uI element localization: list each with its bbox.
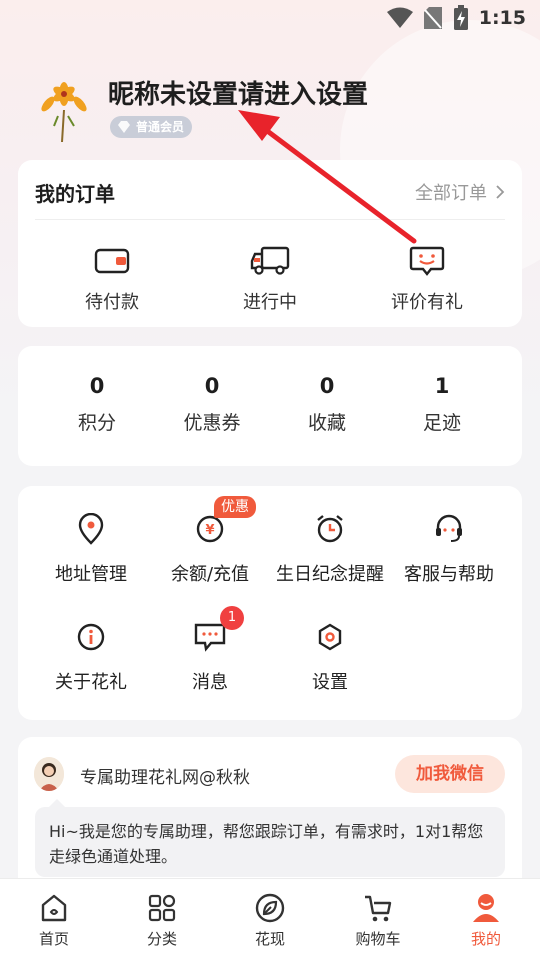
service-customer-support[interactable]: 客服与帮助: [385, 512, 513, 586]
service-about[interactable]: 关于花礼: [27, 620, 155, 694]
service-birthday-reminder[interactable]: 生日纪念提醒: [266, 512, 394, 586]
service-label: 地址管理: [55, 564, 127, 585]
avatar[interactable]: [34, 72, 94, 144]
order-item-label: 评价有礼: [391, 292, 463, 313]
service-address[interactable]: 地址管理: [27, 512, 155, 586]
order-review[interactable]: 评价有礼: [367, 244, 487, 314]
orders-header: 我的订单 全部订单: [35, 160, 505, 220]
tab-profile[interactable]: 我的: [432, 891, 540, 949]
tab-label: 首页: [38, 930, 69, 948]
bottom-tab-bar: 首页 分类 花现 购物车 我的: [0, 878, 540, 960]
stat-label: 收藏: [307, 412, 346, 434]
tab-label: 购物车: [355, 930, 401, 948]
tab-label: 花现: [254, 930, 285, 948]
stat-value: 0: [204, 374, 220, 398]
service-label: 余额/充值: [170, 564, 250, 585]
service-label: 关于花礼: [55, 672, 127, 693]
assistant-message: Hi~我是您的专属助理，帮您跟踪订单，有需求时，1对1帮您走绿色通道处理。: [35, 799, 505, 877]
stat-coupons[interactable]: 0 优惠券: [157, 374, 267, 435]
assistant-avatar: [34, 757, 64, 791]
orders-card: 我的订单 全部订单 待付款 进行中 评价有礼: [18, 160, 522, 327]
no-sim-icon: [423, 7, 442, 29]
profile-header[interactable]: 昵称未设置请进入设置 普通会员: [34, 72, 514, 144]
tab-cart[interactable]: 购物车: [324, 891, 432, 949]
settings-icon: [318, 623, 342, 651]
alarm-clock-icon: [317, 515, 343, 543]
all-orders-link[interactable]: 全部订单: [415, 179, 505, 205]
stat-favorites[interactable]: 0 收藏: [272, 374, 382, 435]
cart-icon: [365, 895, 392, 922]
service-balance[interactable]: ¥ 优惠 余额/充值: [146, 496, 274, 586]
category-icon: [148, 894, 176, 922]
service-label: 设置: [312, 672, 348, 693]
chevron-right-icon: [496, 185, 505, 199]
stat-value: 1: [434, 374, 450, 398]
nickname[interactable]: 昵称未设置请进入设置: [108, 74, 368, 111]
add-wechat-button[interactable]: 加我微信: [395, 755, 505, 793]
wallet-icon: [94, 248, 130, 274]
stat-label: 优惠券: [183, 412, 241, 434]
yuan-coin-icon: ¥: [196, 515, 224, 543]
stat-label: 足迹: [422, 412, 461, 434]
stat-points[interactable]: 0 积分: [42, 374, 152, 435]
assistant-card: 专属助理花礼网@秋秋 加我微信 Hi~我是您的专属助理，帮您跟踪订单，有需求时，…: [18, 737, 522, 897]
message-icon: [194, 623, 226, 652]
tab-category[interactable]: 分类: [108, 891, 216, 949]
order-item-label: 进行中: [243, 292, 297, 313]
order-in-progress[interactable]: 进行中: [210, 244, 330, 314]
all-orders-label: 全部订单: [415, 183, 487, 204]
diamond-icon: [118, 121, 130, 133]
clock: 1:15: [478, 7, 526, 29]
discover-icon: [255, 893, 285, 923]
location-icon: [78, 513, 104, 545]
services-card: 地址管理 ¥ 优惠 余额/充值 生日纪念提醒 客服与帮助 关于花礼 1 消息 设…: [18, 486, 522, 720]
status-bar: 1:15: [0, 0, 540, 36]
service-label: 生日纪念提醒: [276, 564, 384, 585]
battery-charging-icon: [453, 5, 468, 30]
truck-icon: [250, 246, 290, 275]
tab-label: 分类: [146, 930, 177, 948]
stat-footprints[interactable]: 1 足迹: [387, 374, 497, 435]
unread-count-badge: 1: [220, 606, 244, 630]
tab-home[interactable]: 首页: [0, 891, 108, 949]
home-icon: [41, 894, 67, 922]
wifi-icon: [386, 7, 413, 28]
orders-title: 我的订单: [35, 182, 115, 206]
stat-value: 0: [319, 374, 335, 398]
tab-discover[interactable]: 花现: [216, 891, 324, 949]
stat-label: 积分: [77, 412, 116, 434]
info-icon: [77, 623, 105, 651]
service-settings[interactable]: 设置: [266, 620, 394, 694]
service-label: 消息: [192, 672, 228, 693]
stats-card: 0 积分 0 优惠券 0 收藏 1 足迹: [18, 346, 522, 466]
review-smile-icon: [409, 246, 445, 276]
member-level-label: 普通会员: [136, 120, 185, 134]
headset-icon: [436, 514, 462, 542]
service-label: 客服与帮助: [404, 564, 494, 585]
member-level-badge: 普通会员: [110, 116, 193, 138]
order-pending-payment[interactable]: 待付款: [52, 244, 172, 314]
assistant-name: 专属助理花礼网@秋秋: [80, 768, 250, 788]
svg-text:¥: ¥: [205, 523, 214, 538]
service-messages[interactable]: 1 消息: [146, 606, 274, 694]
tab-label: 我的: [470, 930, 501, 948]
order-item-label: 待付款: [85, 292, 139, 313]
stat-value: 0: [89, 374, 105, 398]
promo-badge: 优惠: [214, 496, 256, 518]
profile-icon: [473, 894, 499, 922]
